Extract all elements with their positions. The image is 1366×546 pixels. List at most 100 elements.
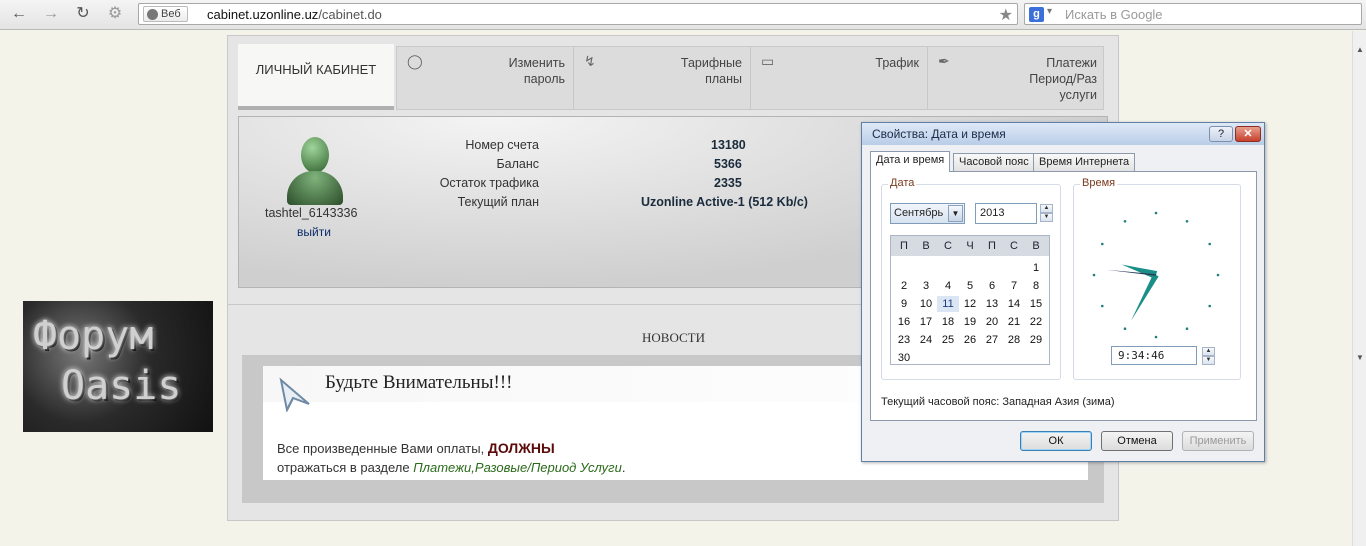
spin-up-icon[interactable]: ▲ — [1040, 204, 1053, 213]
balance-label: Баланс — [496, 157, 539, 171]
time-spinner[interactable]: ▲ ▼ — [1202, 347, 1215, 365]
tab-change-password-label: Изменить пароль — [508, 56, 565, 86]
calendar-day[interactable]: 16 — [893, 314, 915, 330]
year-spinner[interactable]: ▲ ▼ — [1040, 204, 1053, 222]
tab-strip: ◯ Изменить пароль ↯ Тарифные планы ▭ Тра… — [396, 46, 1104, 110]
tab-cabinet[interactable]: ЛИЧНЫЙ КАБИНЕТ — [238, 44, 394, 110]
calendar-day[interactable]: 26 — [959, 332, 981, 348]
calendar-day[interactable]: 13 — [981, 296, 1003, 312]
clock-tick — [1123, 327, 1127, 330]
calendar-day[interactable]: 29 — [1025, 332, 1047, 348]
url-text: cabinet.uzonline.uz/cabinet.do — [207, 7, 382, 22]
calendar-day[interactable]: 20 — [981, 314, 1003, 330]
calendar-day[interactable]: 11 — [937, 296, 959, 312]
calendar-day[interactable]: 28 — [1003, 332, 1025, 348]
time-group-label: Время — [1080, 177, 1118, 189]
paper-plane-icon — [279, 377, 310, 412]
payments-section-link[interactable]: Платежи,Разовые/Период Услуги — [413, 460, 622, 475]
chevron-down-icon[interactable]: ▾ — [1047, 6, 1052, 17]
time-input[interactable]: 9:34:46 — [1111, 346, 1197, 365]
calendar-day[interactable]: 17 — [915, 314, 937, 330]
tab-traffic[interactable]: ▭ Трафик — [751, 47, 928, 109]
close-icon[interactable]: ✕ — [1235, 126, 1261, 142]
calendar-day[interactable]: 27 — [981, 332, 1003, 348]
clock-tick — [1154, 211, 1158, 215]
weekday-label: С — [1010, 240, 1018, 252]
logout-link[interactable]: выйти — [297, 225, 331, 239]
weekday-label: С — [944, 240, 952, 252]
calendar-day[interactable]: 5 — [959, 278, 981, 294]
calendar-day[interactable]: 12 — [959, 296, 981, 312]
calendar-day[interactable]: 30 — [893, 350, 915, 366]
key-icon[interactable]: ⚙ — [104, 4, 126, 24]
calendar-day[interactable]: 2 — [893, 278, 915, 294]
month-select[interactable]: Сентябрь ▼ — [890, 203, 965, 224]
help-button[interactable]: ? — [1209, 126, 1233, 142]
laptop-icon: ▭ — [761, 53, 775, 69]
current-plan-value: Uzonline Active-1 (512 Kb/c) — [641, 195, 808, 209]
scroll-down-icon[interactable]: ▼ — [1356, 353, 1364, 362]
apply-button[interactable]: Применить — [1182, 431, 1254, 451]
calendar-day[interactable]: 6 — [981, 278, 1003, 294]
cancel-button[interactable]: Отмена — [1101, 431, 1173, 451]
spin-up-icon[interactable]: ▲ — [1202, 347, 1215, 356]
calendar-day[interactable]: 24 — [915, 332, 937, 348]
forum-oasis-banner[interactable]: Форум Oasis — [23, 301, 213, 432]
chevron-down-icon[interactable]: ▼ — [948, 205, 963, 222]
tab-payments[interactable]: ✒ Платежи Период/Раз услуги — [928, 47, 1105, 109]
calendar-day[interactable]: 14 — [1003, 296, 1025, 312]
back-icon[interactable]: ← — [8, 4, 30, 24]
tab-tariff-plans[interactable]: ↯ Тарифные планы — [574, 47, 751, 109]
clock-tick — [1208, 242, 1211, 246]
year-input[interactable]: 2013 — [975, 203, 1037, 224]
bookmark-star-icon[interactable]: ★ — [999, 5, 1013, 25]
forward-icon[interactable]: → — [40, 4, 62, 24]
globe-icon — [147, 8, 158, 20]
clock-tick — [1123, 220, 1127, 223]
news-title: НОВОСТИ — [642, 330, 705, 345]
search-box[interactable]: g ▾ Искать в Google — [1024, 3, 1362, 25]
tab-time-zone[interactable]: Часовой пояс — [953, 153, 1035, 171]
calendar-day[interactable]: 15 — [1025, 296, 1047, 312]
reload-icon[interactable]: ↻ — [72, 4, 94, 24]
tab-payments-label: Платежи Период/Раз услуги — [1029, 56, 1097, 102]
traffic-left-value: 2335 — [714, 176, 742, 190]
avatar-head — [301, 137, 329, 173]
google-icon[interactable]: g — [1029, 7, 1044, 22]
calendar-day[interactable]: 19 — [959, 314, 981, 330]
weekday-label: В — [1032, 240, 1040, 252]
calendar-day[interactable]: 9 — [893, 296, 915, 312]
address-bar[interactable]: Веб cabinet.uzonline.uz/cabinet.do ★ — [138, 3, 1018, 25]
calendar-day[interactable]: 7 — [1003, 278, 1025, 294]
clock-tick — [1101, 242, 1104, 246]
calendar-day[interactable]: 10 — [915, 296, 937, 312]
site-info-chip[interactable]: Веб — [143, 6, 188, 22]
page-scrollbar[interactable]: ▲ ▼ — [1352, 31, 1366, 546]
scroll-up-icon[interactable]: ▲ — [1356, 45, 1364, 54]
calendar-day[interactable]: 4 — [937, 278, 959, 294]
search-placeholder: Искать в Google — [1065, 7, 1163, 22]
clock-tick — [1092, 273, 1096, 277]
dialog-titlebar[interactable]: Свойства: Дата и время ? ✕ — [862, 123, 1264, 145]
ok-button[interactable]: ОК — [1020, 431, 1092, 451]
calendar-day[interactable]: 18 — [937, 314, 959, 330]
calendar-day[interactable]: 25 — [937, 332, 959, 348]
calendar-day[interactable]: 23 — [893, 332, 915, 348]
calendar-day[interactable]: 8 — [1025, 278, 1047, 294]
spin-down-icon[interactable]: ▼ — [1202, 356, 1215, 365]
calendar-day[interactable]: 22 — [1025, 314, 1047, 330]
calendar-day[interactable]: 1 — [1025, 260, 1047, 276]
tab-internet-time[interactable]: Время Интернета — [1033, 153, 1136, 171]
clock-tick — [1208, 304, 1211, 308]
calendar-day[interactable]: 3 — [915, 278, 937, 294]
tab-date-time[interactable]: Дата и время — [870, 151, 951, 172]
calendar-weekdays: ПВСЧПСВ — [891, 236, 1049, 256]
spin-down-icon[interactable]: ▼ — [1040, 213, 1053, 222]
calendar-day[interactable]: 21 — [1003, 314, 1025, 330]
clock-tick — [1154, 335, 1158, 339]
tab-change-password[interactable]: ◯ Изменить пароль — [397, 47, 574, 109]
lock-icon: ◯ — [407, 53, 423, 69]
time-group: Время 9:34:46 ▲ ▼ — [1073, 177, 1241, 380]
weekday-label: П — [900, 240, 908, 252]
calendar: ПВСЧПСВ 1 2 3 4 5 6 7 8 9 10 11 12 13 14 15 16 17 18 19 20 2… — [890, 235, 1050, 365]
